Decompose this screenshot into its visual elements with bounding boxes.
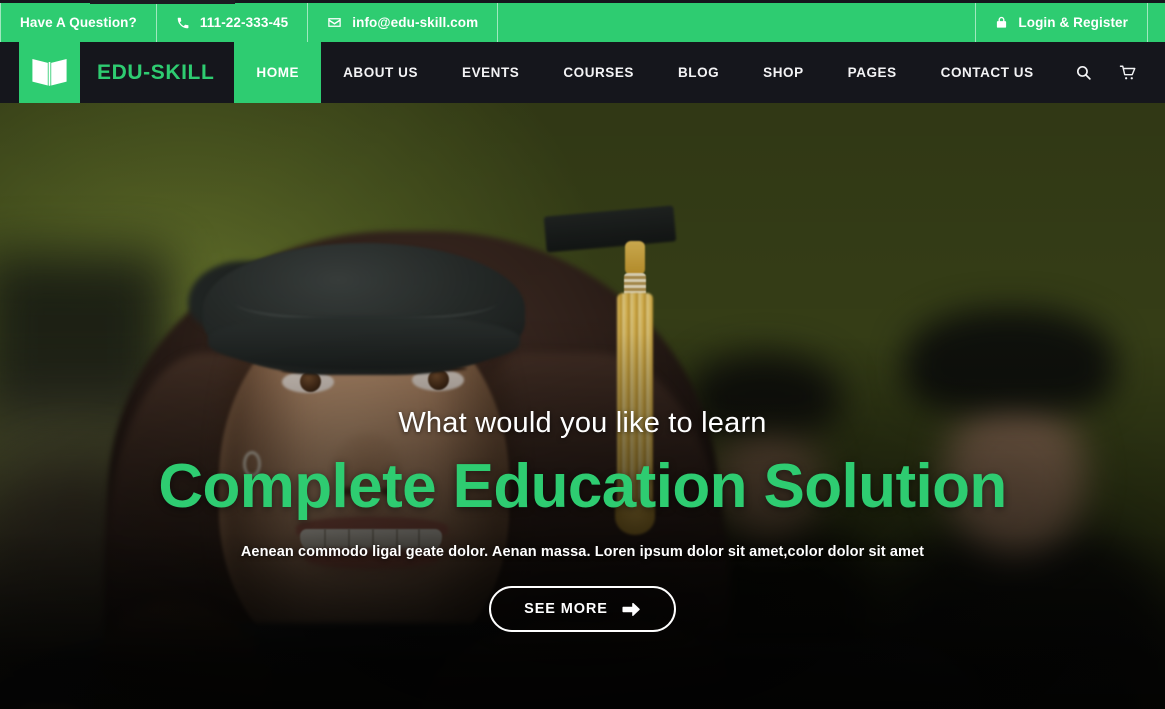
nav-item-about-us[interactable]: ABOUT US — [321, 42, 440, 103]
have-a-question-text: Have A Question? — [20, 15, 137, 30]
main-navigation-bar: EDU-SKILL HOME ABOUT US EVENTS COURSES B… — [0, 42, 1165, 103]
have-a-question-label: Have A Question? — [0, 3, 157, 42]
phone-item[interactable]: 111-22-333-45 — [157, 3, 309, 42]
email-item[interactable]: info@edu-skill.com — [308, 3, 499, 42]
nav-menu: HOME ABOUT US EVENTS COURSES BLOG SHOP P… — [234, 42, 1055, 103]
nav-left-gap — [0, 42, 19, 103]
envelope-icon — [327, 15, 342, 30]
hero-subtitle: What would you like to learn — [398, 407, 767, 439]
phone-text: 111-22-333-45 — [199, 15, 289, 30]
login-register-label: Login & Register — [1018, 15, 1128, 30]
lock-icon — [995, 15, 1008, 30]
search-icon[interactable] — [1062, 42, 1106, 103]
nav-item-blog[interactable]: BLOG — [656, 42, 741, 103]
hero-content: What would you like to learn Complete Ed… — [0, 103, 1165, 709]
email-text: info@edu-skill.com — [352, 15, 479, 30]
hero-title: Complete Education Solution — [158, 452, 1007, 522]
hero-description: Aenean commodo ligal geate dolor. Aenan … — [240, 544, 925, 561]
nav-item-home[interactable]: HOME — [234, 42, 322, 103]
nav-item-courses[interactable]: COURSES — [541, 42, 656, 103]
login-register-button[interactable]: Login & Register — [975, 3, 1148, 42]
see-more-label: SEE MORE — [524, 601, 608, 618]
nav-item-shop[interactable]: SHOP — [741, 42, 825, 103]
top-bar: Have A Question? 111-22-333-45 info@edu-… — [0, 3, 1165, 42]
arrow-right-icon — [622, 602, 641, 617]
shopping-cart-icon[interactable] — [1106, 42, 1150, 103]
nav-body: EDU-SKILL HOME ABOUT US EVENTS COURSES B… — [80, 42, 1165, 103]
see-more-button[interactable]: SEE MORE — [489, 586, 676, 633]
open-book-icon — [29, 54, 70, 92]
nav-item-pages[interactable]: PAGES — [826, 42, 919, 103]
top-bar-spacer — [498, 3, 975, 42]
logo-button[interactable] — [19, 42, 80, 103]
nav-icon-group — [1062, 42, 1150, 103]
brand-name[interactable]: EDU-SKILL — [80, 42, 234, 103]
nav-item-events[interactable]: EVENTS — [440, 42, 541, 103]
browser-chrome-artifact — [90, 0, 235, 4]
hero-section: What would you like to learn Complete Ed… — [0, 103, 1165, 709]
phone-icon — [176, 16, 190, 30]
nav-item-contact-us[interactable]: CONTACT US — [919, 42, 1056, 103]
